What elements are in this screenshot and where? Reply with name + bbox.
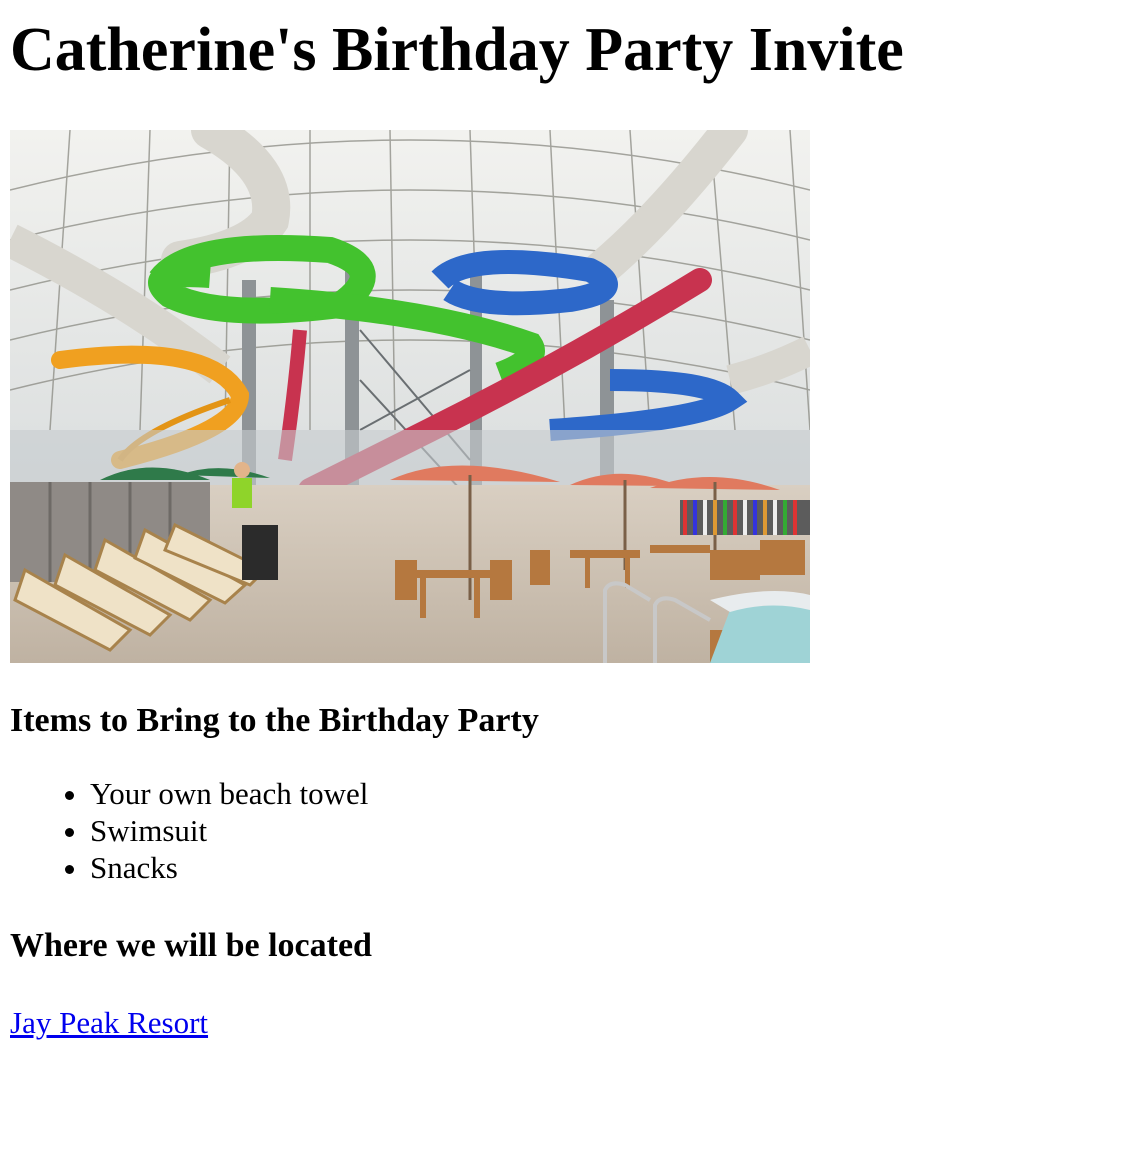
list-item: Your own beach towel [90,775,1120,812]
items-list: Your own beach towel Swimsuit Snacks [10,775,1120,886]
page-title: Catherine's Birthday Party Invite [10,16,904,84]
waterpark-photo [10,130,810,663]
list-item: Snacks [90,849,1120,886]
list-item: Swimsuit [90,812,1120,849]
location-link-container: Jay Peak Resort [10,1004,1120,1041]
items-heading: Items to Bring to the Birthday Party [10,702,539,739]
location-heading: Where we will be located [10,927,372,964]
location-link[interactable]: Jay Peak Resort [10,1005,208,1040]
